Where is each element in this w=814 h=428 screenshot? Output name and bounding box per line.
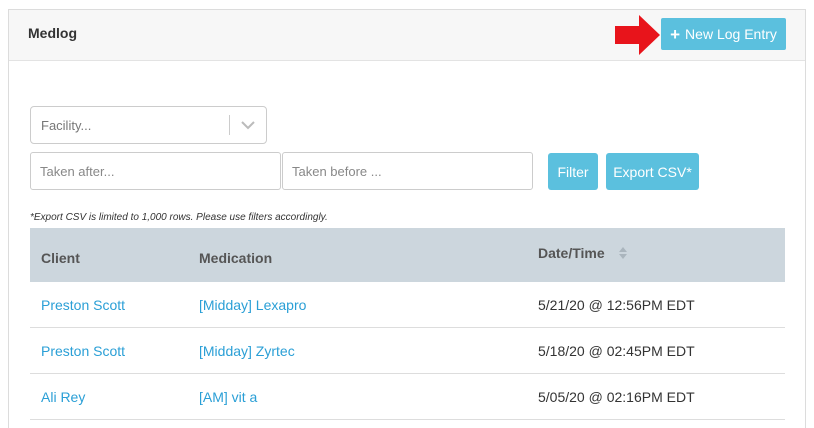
client-link[interactable]: Ali Rey: [41, 389, 85, 405]
client-link[interactable]: Preston Scott: [41, 297, 125, 313]
new-log-entry-button[interactable]: + New Log Entry: [661, 18, 786, 50]
facility-placeholder: Facility...: [41, 117, 92, 133]
facility-select[interactable]: Facility...: [30, 106, 267, 144]
medication-link[interactable]: [Midday] Lexapro: [199, 297, 306, 313]
table-row: Preston Scott [Midday] Zyrtec 5/18/20 @ …: [30, 328, 785, 374]
column-header-datetime[interactable]: Date/Time: [538, 245, 627, 261]
export-csv-button[interactable]: Export CSV*: [606, 153, 699, 190]
medication-link[interactable]: [Midday] Zyrtec: [199, 343, 295, 359]
datetime-cell: 5/21/20 @ 12:56PM EDT: [538, 297, 695, 313]
new-log-entry-label: New Log Entry: [685, 26, 777, 42]
table-row: Ali Rey [AM] vit a 5/05/20 @ 02:16PM EDT: [30, 374, 785, 420]
column-header-datetime-label: Date/Time: [538, 245, 605, 261]
red-arrow-icon: [615, 15, 660, 55]
sort-icon[interactable]: [618, 247, 627, 259]
chevron-down-icon[interactable]: [230, 120, 266, 130]
panel-header: Medlog + New Log Entry: [9, 10, 805, 61]
medlog-table: Client Medication Date/Time Preston Scot…: [30, 228, 785, 420]
medlog-panel: Medlog + New Log Entry Facility... Filte…: [8, 9, 806, 428]
filter-button[interactable]: Filter: [548, 153, 598, 190]
column-header-client[interactable]: Client: [41, 250, 80, 266]
plus-icon: +: [670, 24, 681, 44]
medication-link[interactable]: [AM] vit a: [199, 389, 257, 405]
datetime-cell: 5/05/20 @ 02:16PM EDT: [538, 389, 695, 405]
page-title: Medlog: [28, 25, 77, 41]
table-row: Preston Scott [Midday] Lexapro 5/21/20 @…: [30, 282, 785, 328]
taken-after-input[interactable]: [30, 152, 281, 190]
export-note: *Export CSV is limited to 1,000 rows. Pl…: [30, 212, 328, 223]
client-link[interactable]: Preston Scott: [41, 343, 125, 359]
column-header-medication[interactable]: Medication: [199, 250, 272, 266]
datetime-cell: 5/18/20 @ 02:45PM EDT: [538, 343, 695, 359]
table-header: Client Medication Date/Time: [30, 228, 785, 282]
taken-before-input[interactable]: [282, 152, 533, 190]
